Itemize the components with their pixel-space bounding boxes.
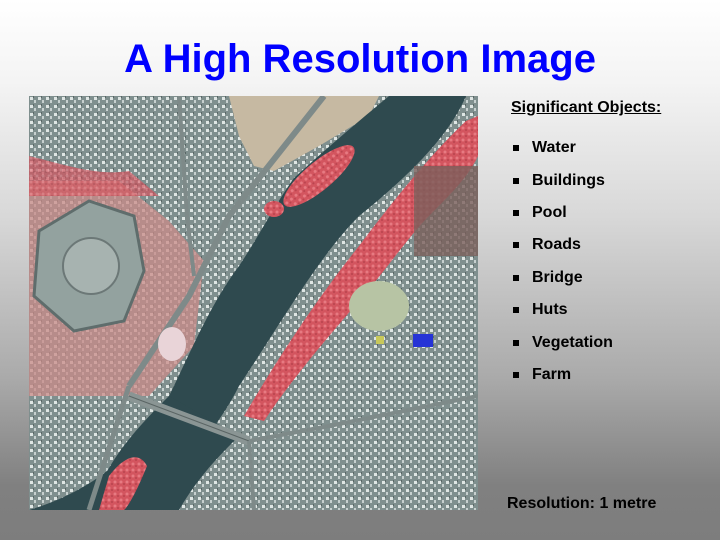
satellite-image-graphic xyxy=(29,96,478,510)
satellite-image xyxy=(29,96,478,510)
pool-small xyxy=(376,336,384,344)
square-bullet-icon xyxy=(513,339,519,346)
list-item: Bridge xyxy=(511,262,613,294)
list-item-label: Bridge xyxy=(532,268,583,286)
list-item-label: Farm xyxy=(532,365,572,383)
list-item: Huts xyxy=(511,294,613,326)
list-item-label: Vegetation xyxy=(532,333,613,351)
list-item: Vegetation xyxy=(511,326,613,358)
list-item: Farm xyxy=(511,359,613,391)
playing-field xyxy=(349,281,409,331)
square-bullet-icon xyxy=(513,242,519,249)
farm-area xyxy=(414,166,478,256)
square-bullet-icon xyxy=(513,209,519,216)
list-item-label: Huts xyxy=(532,301,568,319)
square-bullet-icon xyxy=(513,307,519,314)
list-item-label: Pool xyxy=(532,203,567,221)
list-item-label: Water xyxy=(532,139,576,157)
list-item: Buildings xyxy=(511,164,613,196)
square-bullet-icon xyxy=(513,371,519,378)
significant-objects-heading: Significant Objects: xyxy=(511,99,662,116)
list-item-label: Buildings xyxy=(532,171,605,189)
significant-objects-panel: Significant Objects: Water Buildings Poo… xyxy=(511,98,662,383)
square-bullet-icon xyxy=(513,145,519,152)
list-item-label: Roads xyxy=(532,236,581,254)
pool xyxy=(413,334,433,347)
slide-title: A High Resolution Image xyxy=(124,37,596,81)
resolution-label: Resolution: 1 metre xyxy=(507,495,657,512)
significant-objects-list: Water Buildings Pool Roads Bridge Huts V… xyxy=(511,132,613,391)
fort-center xyxy=(62,237,120,295)
square-bullet-icon xyxy=(513,177,519,184)
square-bullet-icon xyxy=(513,274,519,281)
list-item: Roads xyxy=(511,229,613,261)
list-item: Water xyxy=(511,132,613,164)
stadium xyxy=(158,327,186,361)
island-small xyxy=(264,201,284,217)
list-item: Pool xyxy=(511,197,613,229)
